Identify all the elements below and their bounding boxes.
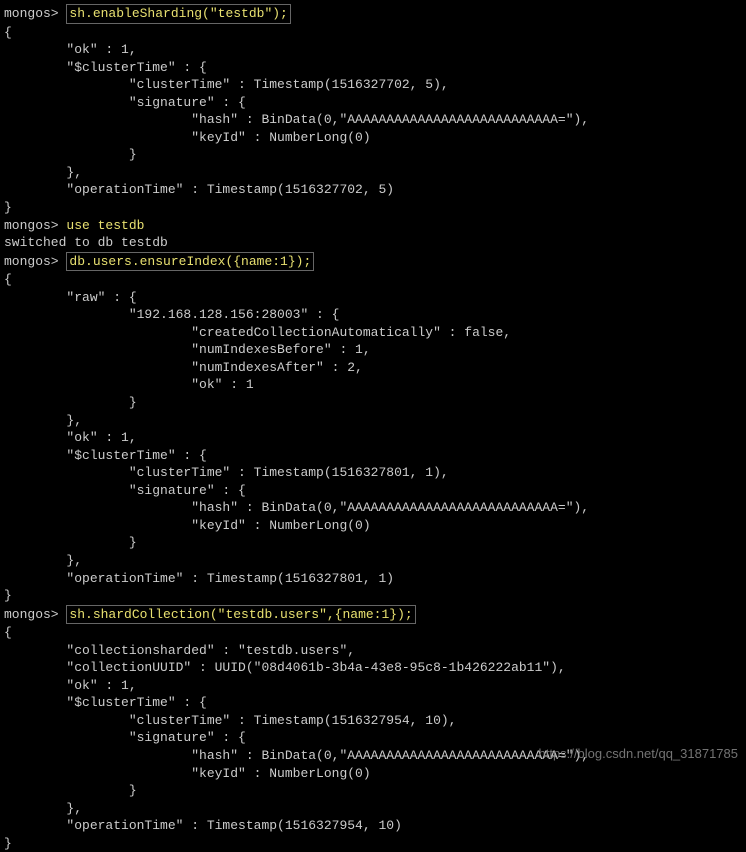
output-line: "$clusterTime" : { xyxy=(4,694,742,712)
output-line: }, xyxy=(4,412,742,430)
output-line: } xyxy=(4,199,742,217)
output-line: "ok" : 1, xyxy=(4,41,742,59)
command-enable-sharding: sh.enableSharding("testdb"); xyxy=(66,4,290,24)
output-line: "clusterTime" : Timestamp(1516327954, 10… xyxy=(4,712,742,730)
output-line: "ok" : 1, xyxy=(4,429,742,447)
prompt: mongos> xyxy=(4,607,66,622)
output-line: { xyxy=(4,624,742,642)
cmd-line-4: mongos> sh.shardCollection("testdb.users… xyxy=(4,605,742,625)
watermark-text: https://blog.csdn.net/qq_31871785 xyxy=(539,745,739,763)
terminal-output: mongos> sh.enableSharding("testdb"); { "… xyxy=(4,4,742,852)
output-line: "hash" : BinData(0,"AAAAAAAAAAAAAAAAAAAA… xyxy=(4,499,742,517)
prompt: mongos> xyxy=(4,254,66,269)
output-line: "ok" : 1, xyxy=(4,677,742,695)
output-line: "signature" : { xyxy=(4,94,742,112)
output-line: } xyxy=(4,587,742,605)
command-shard-collection: sh.shardCollection("testdb.users",{name:… xyxy=(66,605,415,625)
output-line: "numIndexesAfter" : 2, xyxy=(4,359,742,377)
output-line: "clusterTime" : Timestamp(1516327702, 5)… xyxy=(4,76,742,94)
output-line: { xyxy=(4,271,742,289)
output-line: "$clusterTime" : { xyxy=(4,447,742,465)
output-line: "$clusterTime" : { xyxy=(4,59,742,77)
output-line: "keyId" : NumberLong(0) xyxy=(4,765,742,783)
output-line: "keyId" : NumberLong(0) xyxy=(4,129,742,147)
output-line: "signature" : { xyxy=(4,482,742,500)
output-line: "hash" : BinData(0,"AAAAAAAAAAAAAAAAAAAA… xyxy=(4,111,742,129)
output-line: }, xyxy=(4,800,742,818)
cmd-line-1: mongos> sh.enableSharding("testdb"); xyxy=(4,4,742,24)
output-line: }, xyxy=(4,164,742,182)
command-use-testdb: use testdb xyxy=(66,218,144,233)
output-line: "192.168.128.156:28003" : { xyxy=(4,306,742,324)
output-line: "raw" : { xyxy=(4,289,742,307)
cmd-line-3: mongos> db.users.ensureIndex({name:1}); xyxy=(4,252,742,272)
output-line: "signature" : { xyxy=(4,729,742,747)
output-line: "collectionsharded" : "testdb.users", xyxy=(4,642,742,660)
command-ensure-index: db.users.ensureIndex({name:1}); xyxy=(66,252,314,272)
output-line: }, xyxy=(4,552,742,570)
output-line: "clusterTime" : Timestamp(1516327801, 1)… xyxy=(4,464,742,482)
output-line: "ok" : 1 xyxy=(4,376,742,394)
output-line: "operationTime" : Timestamp(1516327702, … xyxy=(4,181,742,199)
output-line: } xyxy=(4,534,742,552)
output-line: "keyId" : NumberLong(0) xyxy=(4,517,742,535)
output-line: "collectionUUID" : UUID("08d4061b-3b4a-4… xyxy=(4,659,742,677)
prompt: mongos> xyxy=(4,218,66,233)
output-line: } xyxy=(4,782,742,800)
prompt: mongos> xyxy=(4,6,66,21)
output-line: switched to db testdb xyxy=(4,234,742,252)
output-line: "createdCollectionAutomatically" : false… xyxy=(4,324,742,342)
output-line: { xyxy=(4,24,742,42)
output-line: } xyxy=(4,146,742,164)
output-line: "operationTime" : Timestamp(1516327954, … xyxy=(4,817,742,835)
cmd-line-2: mongos> use testdb xyxy=(4,217,742,235)
output-line: } xyxy=(4,835,742,852)
output-line: } xyxy=(4,394,742,412)
output-line: "numIndexesBefore" : 1, xyxy=(4,341,742,359)
output-line: "operationTime" : Timestamp(1516327801, … xyxy=(4,570,742,588)
